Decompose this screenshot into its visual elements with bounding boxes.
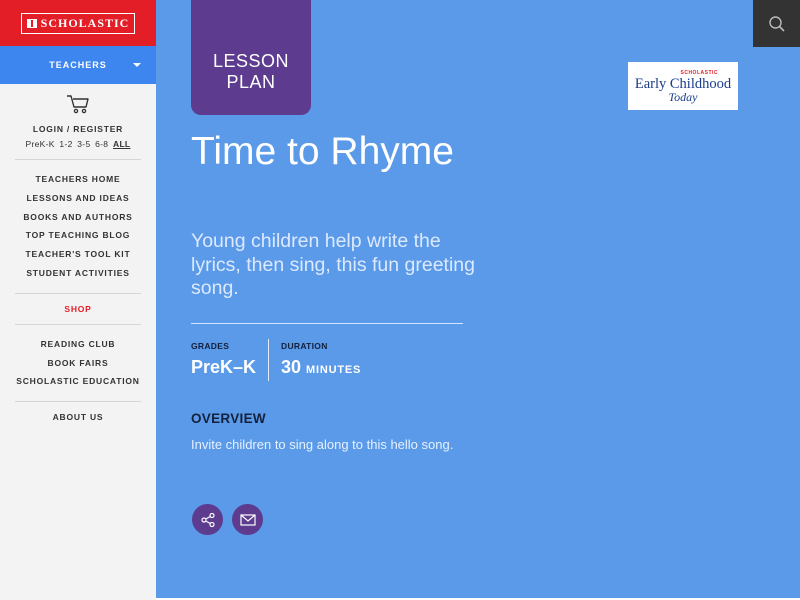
ect-logo-sub: Today (668, 89, 698, 104)
badge-line-2: PLAN (226, 72, 276, 92)
share-icon (200, 512, 215, 527)
grade-filter: PreK-K 1-2 3-5 6-8 ALL (0, 139, 156, 149)
menu-item-teachers-tool-kit[interactable]: TEACHER'S TOOL KIT (0, 245, 156, 264)
audience-dropdown-label: TEACHERS (49, 60, 107, 70)
menu-item-reading-club[interactable]: READING CLUB (0, 335, 156, 354)
grades-info: GRADES PreK–K (191, 341, 256, 378)
teachers-menu: TEACHERS HOME LESSONS AND IDEAS BOOKS AN… (0, 170, 156, 283)
duration-info: DURATION 30 MINUTES (281, 341, 361, 378)
shop-link[interactable]: SHOP (0, 304, 156, 314)
badge-line-1: LESSON (212, 51, 290, 71)
divider (15, 159, 141, 160)
lesson-plan-badge: LESSON PLAN (191, 0, 311, 115)
menu-item-books-and-authors[interactable]: BOOKS AND AUTHORS (0, 208, 156, 227)
book-icon (26, 18, 37, 28)
page-subtitle: Young children help write the lyrics, th… (191, 230, 475, 299)
overview-heading: OVERVIEW (191, 411, 266, 426)
cart-icon (67, 95, 89, 114)
grade-link-6-8[interactable]: 6-8 (95, 139, 108, 149)
vertical-divider (268, 339, 269, 381)
search-icon (768, 15, 785, 32)
divider (15, 323, 141, 325)
mail-icon (239, 513, 256, 526)
early-childhood-today-logo[interactable]: SCHOLASTIC Early Childhood Today (628, 62, 738, 110)
ect-logo-top: SCHOLASTIC (680, 69, 718, 76)
logo-text: SCHOLASTIC (40, 15, 130, 30)
menu-item-book-fairs[interactable]: BOOK FAIRS (0, 354, 156, 373)
login-register-link[interactable]: LOGIN / REGISTER (0, 124, 156, 134)
about-us-link[interactable]: ABOUT US (0, 412, 156, 422)
grades-value: PreK–K (191, 357, 257, 377)
scholastic-logo-box: SCHOLASTIC (20, 12, 136, 34)
search-button[interactable] (753, 0, 800, 47)
share-button[interactable] (192, 504, 223, 535)
menu-item-lessons-and-ideas[interactable]: LESSONS AND IDEAS (0, 189, 156, 208)
divider (15, 292, 141, 294)
grade-link-all[interactable]: ALL (113, 139, 130, 149)
menu-item-student-activities[interactable]: STUDENT ACTIVITIES (0, 264, 156, 283)
scholastic-logo[interactable]: SCHOLASTIC (0, 0, 156, 46)
duration-unit: MINUTES (306, 364, 362, 376)
grades-label: GRADES (191, 341, 230, 351)
divider (15, 401, 141, 403)
menu-item-top-teaching-blog[interactable]: TOP TEACHING BLOG (0, 226, 156, 245)
cart-button[interactable] (0, 94, 156, 116)
grade-link-1-2[interactable]: 1-2 (59, 139, 72, 149)
duration-value: 30 (281, 357, 302, 377)
grade-link-prek-k[interactable]: PreK-K (26, 139, 55, 149)
grades-value-wrap: PreK–K (191, 357, 256, 378)
menu-item-teachers-home[interactable]: TEACHERS HOME (0, 170, 156, 189)
duration-label: DURATION (281, 341, 328, 351)
lesson-plan-hero: LESSON PLAN Time to Rhyme Young children… (156, 0, 800, 598)
chevron-down-icon (133, 63, 141, 67)
grade-link-3-5[interactable]: 3-5 (77, 139, 90, 149)
overview-text: Invite children to sing along to this he… (191, 437, 454, 452)
page-title: Time to Rhyme (191, 130, 454, 173)
audience-dropdown[interactable]: TEACHERS (0, 46, 156, 84)
email-button[interactable] (232, 504, 263, 535)
programs-menu: READING CLUB BOOK FAIRS SCHOLASTIC EDUCA… (0, 335, 156, 391)
sidebar: SCHOLASTIC TEACHERS LOGIN / REGISTER Pre… (0, 0, 156, 600)
duration-value-wrap: 30 MINUTES (281, 357, 361, 378)
divider (191, 323, 463, 324)
ect-logo-name: Early Childhood (634, 75, 732, 92)
menu-item-scholastic-education[interactable]: SCHOLASTIC EDUCATION (0, 372, 156, 391)
